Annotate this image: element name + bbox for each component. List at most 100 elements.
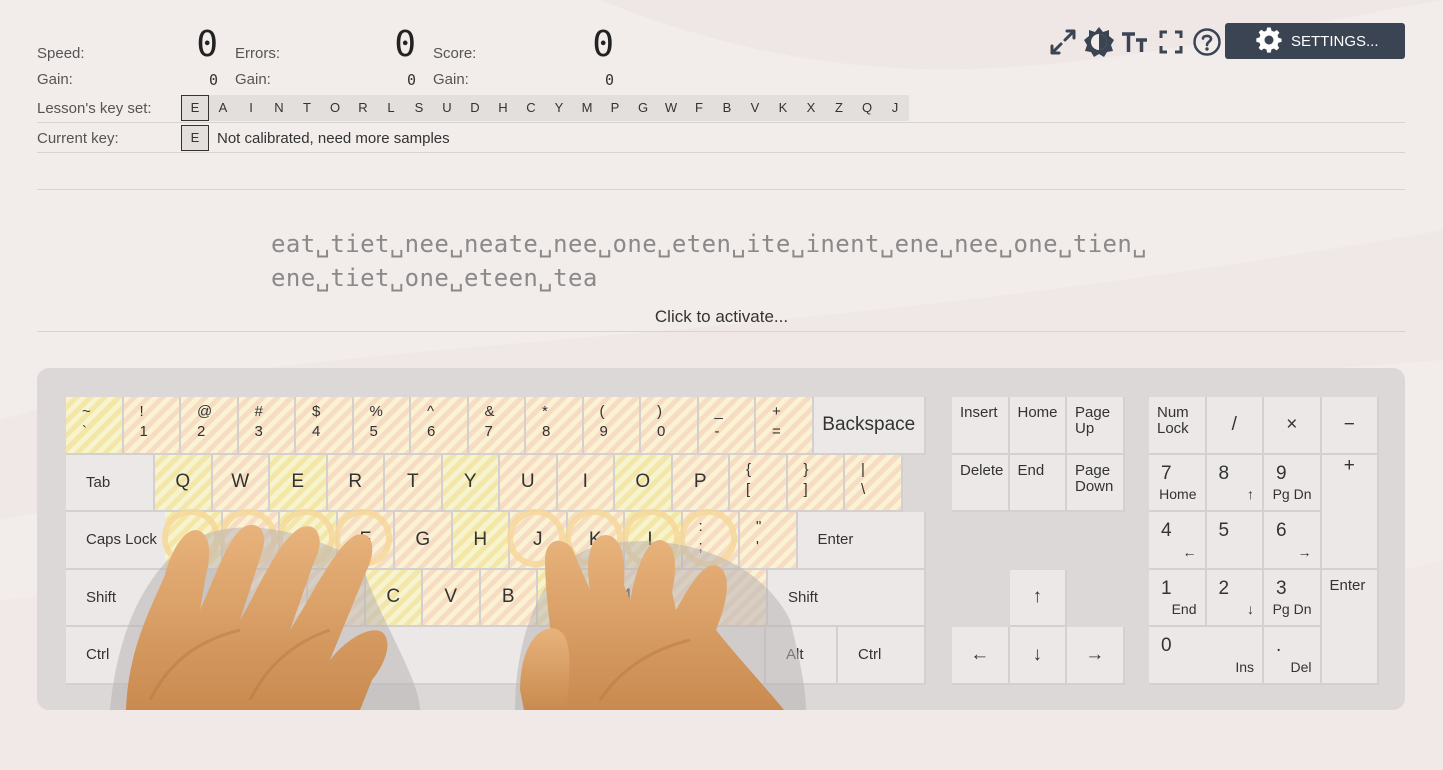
alt-right-key[interactable]: Alt (766, 627, 838, 685)
tab-key[interactable]: Tab (66, 454, 155, 512)
key-i[interactable]: I (557, 454, 615, 512)
page-down-key[interactable]: Page Down (1067, 454, 1125, 512)
key-2[interactable]: @2 (181, 397, 239, 455)
key-g[interactable]: G (395, 512, 453, 570)
numpad-6-key[interactable]: 6 → (1264, 512, 1322, 570)
enter-key[interactable]: Enter (797, 512, 926, 570)
key-label: Alt (786, 646, 804, 664)
key-7[interactable]: & 7 (468, 397, 526, 455)
key-label: Ctrl (86, 646, 110, 664)
numpad-dot-key[interactable]: . Del (1264, 627, 1322, 685)
key-1[interactable]: ! 1 (123, 397, 181, 455)
key-label: 0 (1161, 635, 1172, 656)
key--[interactable]: _ - (698, 397, 756, 455)
key-6[interactable]: ^ 6 (411, 397, 469, 455)
key-w[interactable]: W (212, 454, 270, 512)
numpad-5-key[interactable]: 5 (1206, 512, 1264, 570)
numpad-9-key[interactable]: 9 Pg Dn (1264, 454, 1322, 512)
arrow-up-key[interactable]: ↑ (1009, 569, 1067, 627)
key-label: \ (861, 480, 866, 498)
key-symbol[interactable]: }] (787, 454, 845, 512)
key-c[interactable]: C (365, 569, 423, 627)
delete-key[interactable]: Delete (952, 454, 1010, 512)
numpad-7-key[interactable]: 7 Home (1149, 454, 1207, 512)
key-d[interactable]: D (280, 512, 338, 570)
key-label: O (635, 471, 651, 493)
key-symbol[interactable]: :; (682, 512, 740, 570)
key-label: W (231, 471, 250, 493)
arrow-down-key[interactable]: ↓ (1009, 627, 1067, 685)
key-label: ← (970, 643, 990, 665)
num-lock-key[interactable]: Num Lock (1149, 397, 1207, 455)
key-symbol[interactable]: | \ (845, 454, 903, 512)
arrow-right-key[interactable]: → (1067, 627, 1125, 685)
numpad-2-key[interactable]: 2 ↓ (1206, 569, 1264, 627)
numpad-3-key[interactable]: 3 Pg Dn (1264, 569, 1322, 627)
numpad-4-key[interactable]: 4 ← (1149, 512, 1207, 570)
key-symbol[interactable] (653, 569, 711, 627)
page-up-key[interactable]: Page Up (1067, 397, 1125, 455)
key-9[interactable]: (9 (583, 397, 641, 455)
numpad-plus-key[interactable]: + (1321, 454, 1379, 570)
numpad-8-key[interactable]: 8 ↑ (1206, 454, 1264, 512)
key-f[interactable]: F (337, 512, 395, 570)
key-n[interactable]: N (538, 569, 596, 627)
insert-key[interactable]: Insert (952, 397, 1010, 455)
space-key[interactable] (156, 627, 766, 685)
arrow-left-key[interactable]: ← (952, 627, 1010, 685)
key-label: - (714, 423, 720, 440)
key-label: F (359, 528, 372, 550)
numpad-enter-key[interactable]: Enter (1321, 569, 1379, 685)
key-4[interactable]: $4 (296, 397, 354, 455)
shift-right-key[interactable]: Shift (768, 569, 926, 627)
key-label: End (1171, 601, 1197, 617)
key-v[interactable]: V (423, 569, 481, 627)
key-k[interactable]: K (567, 512, 625, 570)
key-u[interactable]: U (500, 454, 558, 512)
key-symbol[interactable] (710, 569, 768, 627)
ctrl-left-key[interactable]: Ctrl (66, 627, 156, 685)
key-label: ← (1182, 543, 1197, 560)
key-`[interactable]: ~ ` (66, 397, 124, 455)
key-q[interactable]: Q (155, 454, 213, 512)
backspace-key[interactable]: Backspace (813, 397, 926, 455)
key-5[interactable]: % 5 (353, 397, 411, 455)
key-z[interactable]: Z (250, 569, 308, 627)
key-label: 4 (312, 423, 321, 440)
key-3[interactable]: #3 (238, 397, 296, 455)
key-x[interactable]: X (308, 569, 366, 627)
key-=[interactable]: + = (756, 397, 814, 455)
key-label: = (772, 423, 781, 440)
key-b[interactable]: B (480, 569, 538, 627)
numpad-1-key[interactable]: 1 End (1149, 569, 1207, 627)
end-key[interactable]: End (1009, 454, 1067, 512)
key-p[interactable]: P (672, 454, 730, 512)
numpad-multiply-key[interactable]: × (1264, 397, 1322, 455)
key-o[interactable]: O (615, 454, 673, 512)
numpad-0-key[interactable]: 0 Ins (1149, 627, 1264, 685)
key-0[interactable]: ) 0 (641, 397, 699, 455)
key-r[interactable]: R (327, 454, 385, 512)
key-h[interactable]: H (452, 512, 510, 570)
key-m[interactable]: M (595, 569, 653, 627)
key-8[interactable]: * 8 (526, 397, 584, 455)
key-j[interactable]: J (510, 512, 568, 570)
key-l[interactable]: L (625, 512, 683, 570)
key-y[interactable]: Y (442, 454, 500, 512)
key-label: Shift (86, 588, 117, 606)
key-s[interactable]: S (222, 512, 280, 570)
key-t[interactable]: T (385, 454, 443, 512)
ctrl-right-key[interactable]: Ctrl (838, 627, 926, 685)
caps-lock-key[interactable]: Caps Lock (66, 512, 169, 570)
key-a[interactable]: A (165, 512, 223, 570)
key-symbol[interactable]: {[ (730, 454, 788, 512)
home-key[interactable]: Home (1009, 397, 1067, 455)
key-label: 6 (1276, 520, 1287, 541)
key-symbol[interactable]: " ' (740, 512, 798, 570)
key-label: Home (1017, 404, 1058, 421)
shift-left-key[interactable]: Shift (66, 569, 191, 627)
key-label: Delete (960, 461, 1004, 479)
numpad-minus-key[interactable]: − (1321, 397, 1379, 455)
numpad-divide-key[interactable]: / (1206, 397, 1264, 455)
key-e[interactable]: E (270, 454, 328, 512)
